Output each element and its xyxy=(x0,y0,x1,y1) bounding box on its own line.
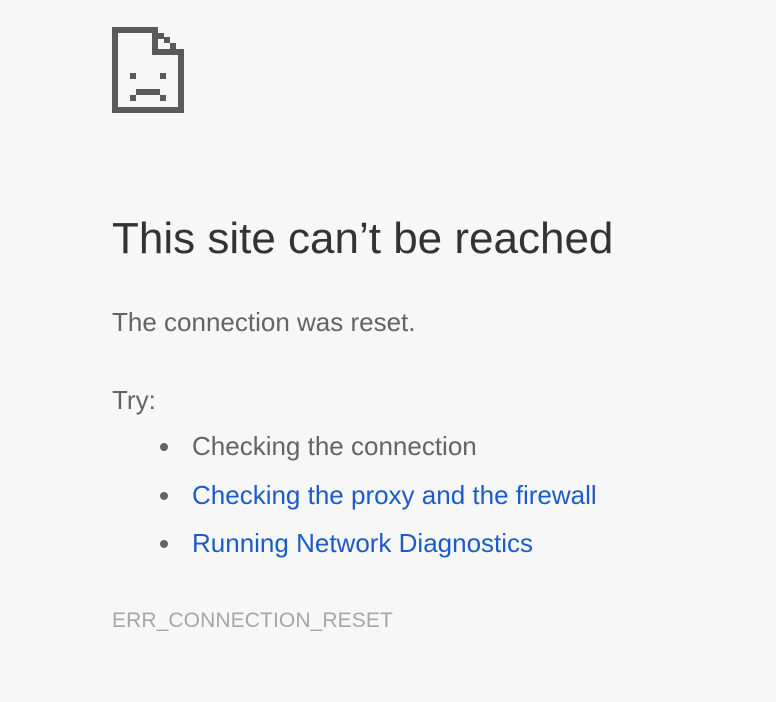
sad-page-icon xyxy=(112,27,184,113)
bullet-icon xyxy=(160,491,168,500)
suggestion-item: Running Network Diagnostics xyxy=(160,524,597,573)
bullet-icon xyxy=(160,443,168,451)
error-page: This site can’t be reached The connectio… xyxy=(0,0,776,702)
suggestion-item: Checking the proxy and the firewall xyxy=(160,476,597,525)
suggestion-item: Checking the connection xyxy=(160,427,597,476)
check-proxy-firewall-link[interactable]: Checking the proxy and the firewall xyxy=(192,480,597,510)
try-label: Try: xyxy=(112,385,156,415)
error-code: ERR_CONNECTION_RESET xyxy=(112,609,393,632)
network-diagnostics-link[interactable]: Running Network Diagnostics xyxy=(192,528,533,558)
page-title: This site can’t be reached xyxy=(112,214,614,263)
bullet-icon xyxy=(160,540,168,548)
suggestions-list: Checking the connection Checking the pro… xyxy=(160,427,597,573)
suggestion-check-connection: Checking the connection xyxy=(192,431,477,461)
error-summary: The connection was reset. xyxy=(112,307,416,337)
